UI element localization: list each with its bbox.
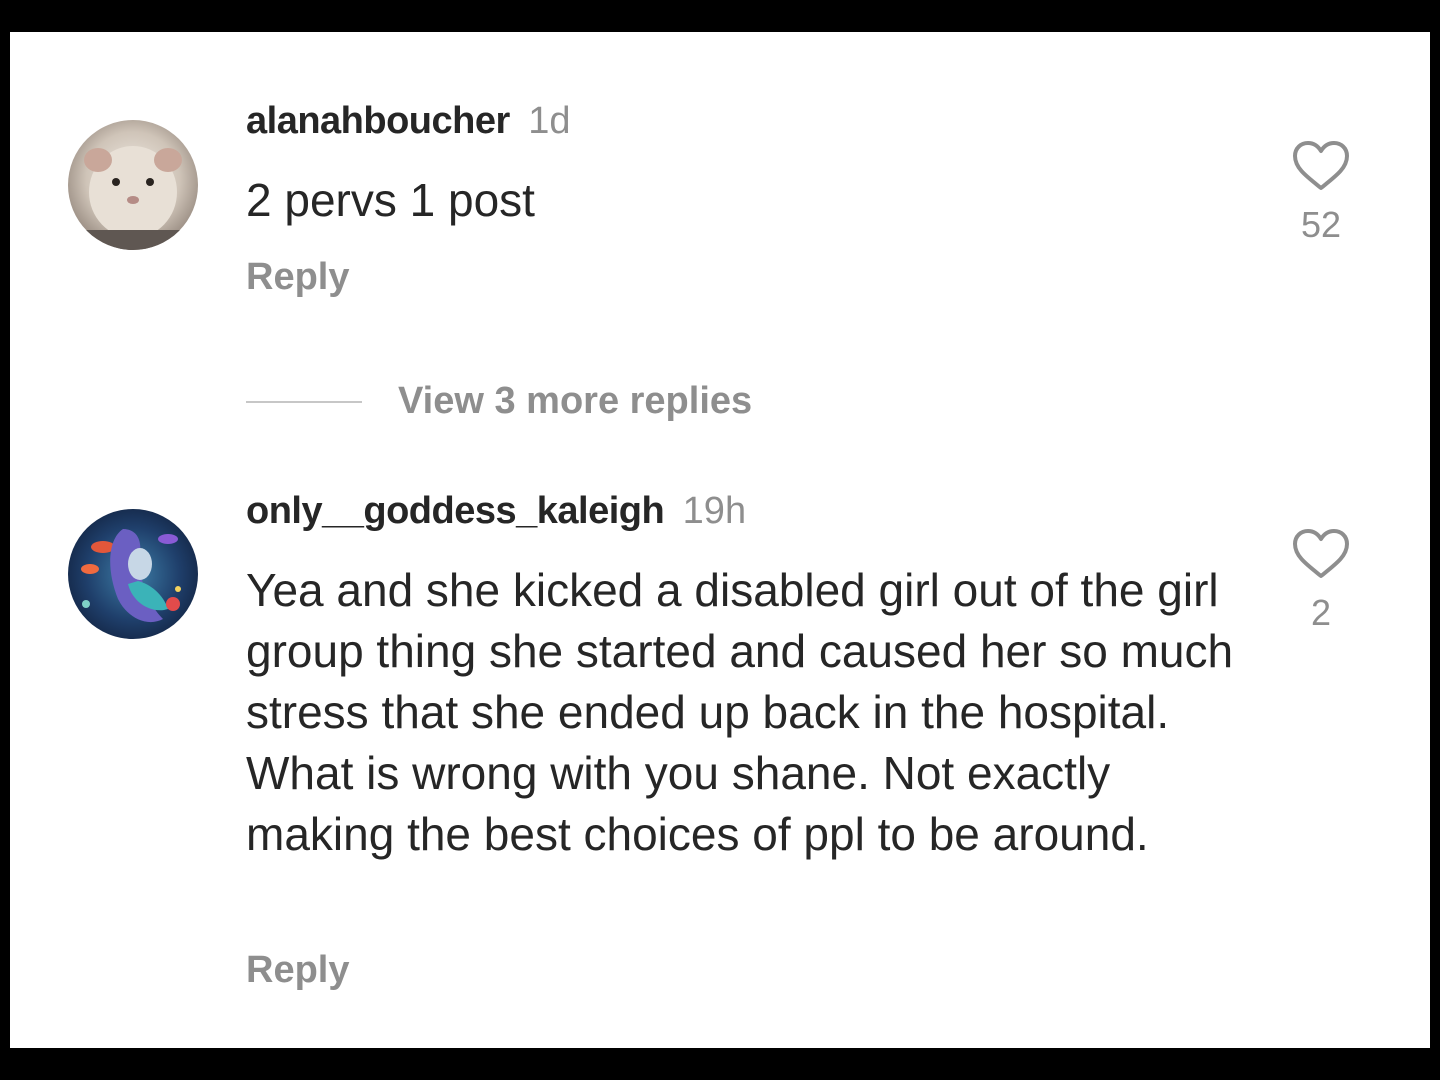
view-more-replies-button[interactable]: View 3 more replies — [246, 380, 752, 423]
mermaid-avatar-icon — [68, 509, 198, 639]
reply-button[interactable]: Reply — [246, 256, 349, 299]
reply-button[interactable]: Reply — [246, 949, 349, 992]
user-avatar[interactable] — [68, 120, 198, 250]
like-count: 52 — [1300, 204, 1342, 245]
comment-header: only__goddess_kaleigh 19h — [246, 490, 746, 533]
comment-header: alanahboucher 1d — [246, 100, 571, 143]
heart-icon[interactable] — [1292, 528, 1350, 580]
hamster-avatar-icon — [68, 120, 198, 250]
comment-time: 19h — [682, 490, 747, 532]
username[interactable]: only__goddess_kaleigh — [246, 490, 665, 532]
comment-time: 1d — [528, 100, 571, 142]
view-replies-label: View 3 more replies — [398, 380, 753, 422]
comment-text: 2 pervs 1 post — [246, 174, 535, 226]
heart-icon[interactable] — [1292, 140, 1350, 192]
username[interactable]: alanahboucher — [246, 100, 510, 142]
like-group: 52 — [1286, 140, 1356, 246]
like-count: 2 — [1310, 592, 1332, 633]
like-group: 2 — [1286, 528, 1356, 634]
divider-line — [246, 400, 362, 403]
comments-panel: alanahboucher 1d 2 pervs 1 post Reply 52… — [10, 32, 1430, 1048]
user-avatar[interactable] — [68, 509, 198, 639]
comment-text: Yea and she kicked a disabled girl out o… — [246, 564, 1234, 860]
